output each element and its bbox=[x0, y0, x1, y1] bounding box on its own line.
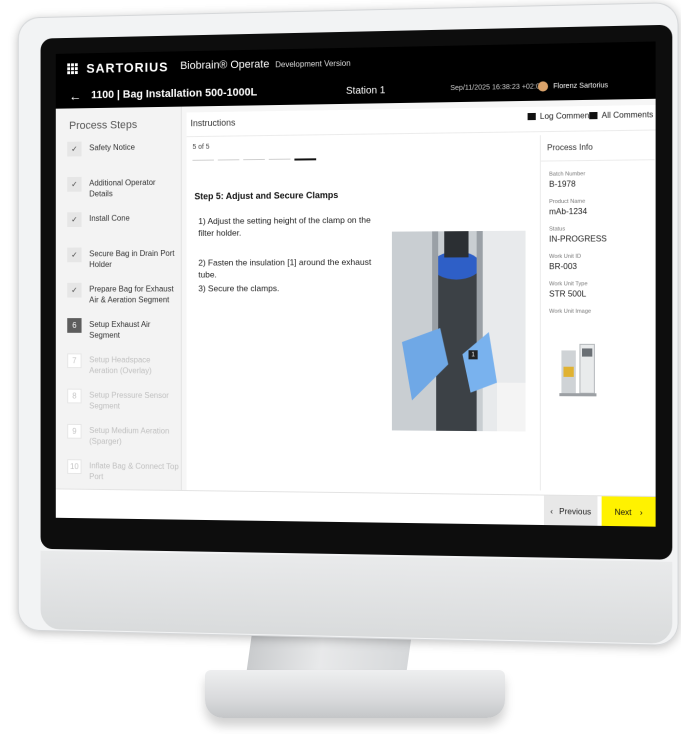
progress-segment bbox=[268, 158, 291, 160]
instruction-line-3: 3) Secure the clamps. bbox=[198, 283, 280, 294]
sidebar-step-label: Secure Bag in Drain Port Holder bbox=[89, 248, 175, 270]
sidebar-step-8: 8 Setup Pressure Sensor Segment bbox=[67, 388, 181, 425]
instruction-photo: 1 bbox=[391, 230, 526, 432]
process-info-panel: Process Info Batch Number B-1978 Product N… bbox=[539, 133, 655, 492]
datetime-label: Sep/11/2025 16:38:23 +02:00 bbox=[450, 83, 544, 93]
info-field-label: Work Unit Type bbox=[549, 281, 588, 288]
instructions-panel: Instructions Log Comment All Comments 5 … bbox=[186, 104, 656, 496]
monitor-bezel: SARTORIUS Biobrain® Operate Development … bbox=[17, 2, 679, 646]
station-label: Station 1 bbox=[345, 85, 386, 97]
all-comments-label: All Comments bbox=[601, 110, 654, 121]
previous-label: Previous bbox=[559, 506, 592, 517]
step-progress bbox=[192, 158, 317, 162]
comments-icon bbox=[589, 111, 598, 120]
info-field-value: STR 500L bbox=[549, 289, 587, 299]
sidebar-step-1[interactable]: ✓ Safety Notice bbox=[67, 140, 181, 177]
sidebar-step-4[interactable]: ✓ Secure Bag in Drain Port Holder bbox=[67, 247, 181, 283]
info-field-label: Product Name bbox=[549, 198, 586, 206]
step-number-badge: 6 bbox=[67, 318, 82, 333]
sidebar-step-label: Inflate Bag & Connect Top Port bbox=[89, 461, 179, 482]
info-field-label: Status bbox=[549, 226, 566, 233]
previous-button[interactable]: ‹ Previous bbox=[543, 495, 598, 527]
chevron-left-icon: ‹ bbox=[550, 506, 553, 516]
sidebar-step-7: 7 Setup Headspace Aeration (Overlay) bbox=[67, 353, 181, 389]
sidebar-step-6[interactable]: 6 Setup Exhaust Air Segment bbox=[67, 318, 181, 354]
progress-segment bbox=[192, 159, 214, 161]
next-button[interactable]: Next › bbox=[601, 496, 656, 527]
instructions-header: Instructions Log Comment All Comments bbox=[186, 104, 656, 138]
monitor-stand-base bbox=[205, 670, 505, 718]
check-icon: ✓ bbox=[67, 141, 82, 157]
work-unit-image-label: Work Unit Image bbox=[549, 308, 592, 315]
process-info-title: Process Info bbox=[540, 133, 655, 162]
instruction-line-1: 1) Adjust the setting height of the clam… bbox=[198, 214, 371, 238]
log-comment-label: Log Comment bbox=[539, 111, 592, 121]
sidebar-step-9: 9 Setup Medium Aeration (Sparger) bbox=[67, 423, 181, 460]
process-steps-sidebar: Process Steps ✓ Safety Notice ✓ Additional … bbox=[55, 106, 182, 491]
app-name: Biobrain® Operate bbox=[180, 58, 270, 73]
progress-segment bbox=[217, 159, 240, 161]
monitor-chin bbox=[40, 550, 673, 644]
app-screen: SARTORIUS Biobrain® Operate Development … bbox=[55, 41, 656, 527]
avatar bbox=[537, 81, 549, 92]
sidebar-step-label: Setup Medium Aeration (Sparger) bbox=[89, 426, 170, 446]
user-name: Florenz Sartorius bbox=[553, 81, 609, 90]
step-number-badge: 7 bbox=[67, 353, 82, 369]
brand-logo: SARTORIUS bbox=[86, 58, 169, 76]
log-comment-button[interactable]: Log Comment bbox=[527, 111, 592, 121]
sidebar-step-label: Setup Headspace Aeration (Overlay) bbox=[89, 355, 152, 376]
app-grid-icon[interactable] bbox=[67, 63, 78, 75]
info-field-value: mAb-1234 bbox=[549, 206, 588, 217]
info-field-label: Batch Number bbox=[549, 171, 586, 178]
sidebar-step-label: Prepare Bag for Exhaust Air & Aeration S… bbox=[89, 284, 174, 305]
check-icon: ✓ bbox=[67, 247, 82, 263]
info-field-label: Work Unit ID bbox=[549, 253, 582, 261]
instructions-title: Instructions bbox=[190, 117, 236, 129]
check-icon: ✓ bbox=[67, 212, 82, 228]
check-icon: ✓ bbox=[67, 282, 82, 298]
progress-segment bbox=[294, 158, 317, 161]
check-icon: ✓ bbox=[67, 176, 82, 192]
step-number-badge: 9 bbox=[67, 423, 82, 439]
info-field-value: B-1978 bbox=[549, 179, 576, 189]
sidebar-step-label: Additional Operator Details bbox=[89, 178, 156, 199]
sidebar-step-label: Setup Pressure Sensor Segment bbox=[89, 390, 169, 411]
info-field-value: IN-PROGRESS bbox=[549, 234, 607, 244]
all-comments-button[interactable]: All Comments bbox=[589, 110, 653, 120]
sidebar-step-label: Safety Notice bbox=[89, 142, 135, 153]
progress-segment bbox=[243, 158, 265, 161]
work-unit-image bbox=[559, 338, 597, 397]
sidebar-step-label: Install Cone bbox=[89, 213, 130, 223]
user-menu[interactable]: Florenz Sartorius bbox=[537, 80, 609, 92]
info-field-value: BR-003 bbox=[549, 261, 577, 272]
dev-version-label: Development Version bbox=[275, 58, 351, 69]
comment-add-icon bbox=[527, 112, 536, 121]
sidebar-title: Process Steps bbox=[69, 119, 138, 132]
sidebar-step-label: Setup Exhaust Air Segment bbox=[89, 320, 151, 340]
step-count: 5 of 5 bbox=[192, 143, 210, 151]
step-heading: Step 5: Adjust and Secure Clamps bbox=[194, 190, 339, 202]
next-label: Next bbox=[614, 507, 632, 517]
page-title: 1100 | Bag Installation 500-1000L bbox=[91, 86, 258, 102]
sidebar-step-2[interactable]: ✓ Additional Operator Details bbox=[67, 176, 181, 213]
instruction-line-2: 2) Fasten the insulation [1] around the … bbox=[198, 256, 372, 280]
step-number-badge: 10 bbox=[67, 459, 82, 475]
sidebar-step-5[interactable]: ✓ Prepare Bag for Exhaust Air & Aeration … bbox=[67, 282, 181, 319]
chevron-right-icon: › bbox=[639, 507, 643, 517]
sidebar-step-3[interactable]: ✓ Install Cone bbox=[67, 211, 181, 247]
arrow-left-icon[interactable]: ← bbox=[69, 88, 81, 103]
step-number-badge: 8 bbox=[67, 388, 82, 404]
photo-marker-badge: 1 bbox=[468, 350, 478, 360]
